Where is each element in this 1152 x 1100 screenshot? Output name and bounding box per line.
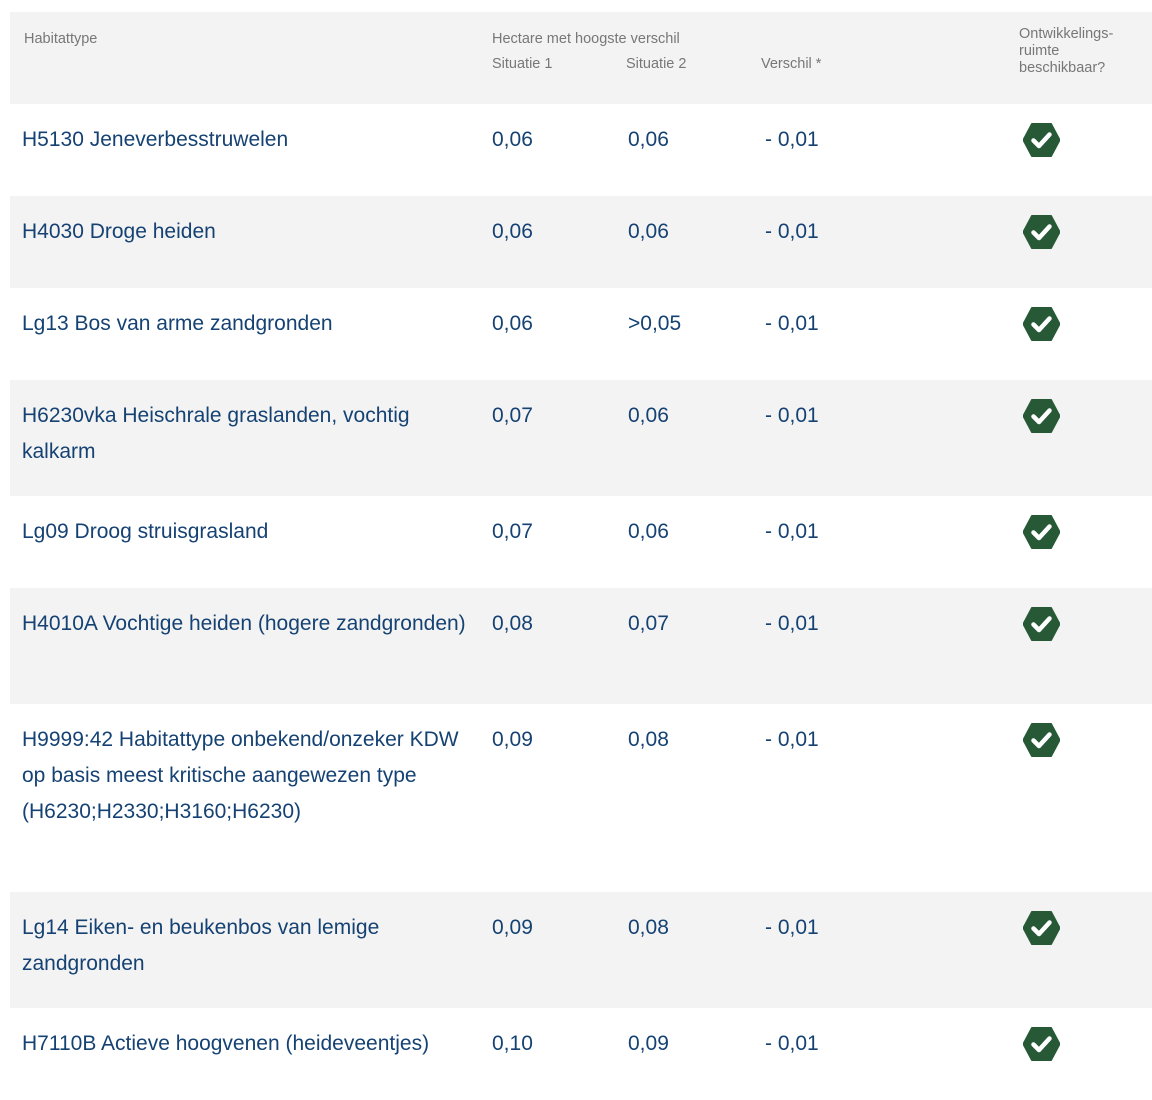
situatie-2-value: 0,06 — [628, 128, 669, 151]
check-hexagon-icon — [1023, 607, 1060, 641]
table-row: H5130 Jeneverbesstruwelen 0,06 0,06 - 0,01 — [10, 104, 1152, 196]
situatie-1-value: 0,07 — [492, 520, 533, 543]
situatie-1-value: 0,06 — [492, 220, 533, 243]
situatie-2-value: 0,06 — [628, 520, 669, 543]
table-row: H6230vka Heischrale graslanden, vochtig … — [10, 380, 1152, 496]
table-row: H4030 Droge heiden 0,06 0,06 - 0,01 — [10, 196, 1152, 288]
situatie-2-value: >0,05 — [628, 312, 682, 335]
situatie-2-value: 0,09 — [628, 1032, 669, 1055]
situatie-1-value: 0,10 — [492, 1032, 533, 1055]
table-row: Lg09 Droog struisgrasland 0,07 0,06 - 0,01 — [10, 496, 1152, 588]
verschil-value: - 0,01 — [765, 520, 819, 543]
habitat-name: Lg13 Bos van arme zandgronden — [22, 312, 333, 335]
check-hexagon-icon — [1023, 515, 1060, 549]
situatie-1-value: 0,06 — [492, 312, 533, 335]
table-header: Habitattype Hectare met hoogste verschil… — [10, 12, 1152, 104]
check-hexagon-icon — [1023, 723, 1060, 757]
table-body: H5130 Jeneverbesstruwelen 0,06 0,06- 0,01 H… — [10, 104, 1152, 1096]
habitat-name: H4030 Droge heiden — [22, 220, 216, 243]
table-row: H7110B Actieve hoogvenen (heideveentjes)… — [10, 1008, 1152, 1096]
situatie-1-value: 0,09 — [492, 728, 533, 751]
situatie-2-value: 0,06 — [628, 220, 669, 243]
habitat-name: H4010A Vochtige heiden (hogere zandgrond… — [22, 612, 466, 635]
verschil-value: - 0,01 — [765, 1032, 819, 1055]
header-habitattype: Habitattype — [24, 31, 98, 47]
situatie-1-value: 0,08 — [492, 612, 533, 635]
header-ontwikkelingsruimte: Ontwikkelings- ruimte beschikbaar? — [1019, 26, 1114, 76]
header-hectare: Hectare met hoogste verschil — [492, 31, 680, 47]
verschil-value: - 0,01 — [765, 728, 819, 751]
situatie-2-value: 0,06 — [628, 404, 669, 427]
situatie-1-value: 0,07 — [492, 404, 533, 427]
check-hexagon-icon — [1023, 123, 1060, 157]
situatie-2-value: 0,08 — [628, 916, 669, 939]
situatie-2-value: 0,07 — [628, 612, 669, 635]
situatie-1-value: 0,06 — [492, 128, 533, 151]
header-verschil: Verschil * — [761, 56, 822, 72]
situatie-2-value: 0,08 — [628, 728, 669, 751]
verschil-value: - 0,01 — [765, 220, 819, 243]
habitat-name: H7110B Actieve hoogvenen (heideveentjes) — [22, 1032, 430, 1055]
habitat-name: H6230vka Heischrale graslanden, vochtig … — [22, 404, 410, 463]
habitat-name: Lg09 Droog struisgrasland — [22, 520, 269, 543]
header-situatie-1: Situatie 1 — [492, 56, 553, 72]
table-row: Lg14 Eiken- en beukenbos van lemige zand… — [10, 892, 1152, 1008]
verschil-value: - 0,01 — [765, 916, 819, 939]
header-situatie-2: Situatie 2 — [626, 56, 687, 72]
verschil-value: - 0,01 — [765, 128, 819, 151]
check-hexagon-icon — [1023, 399, 1060, 433]
verschil-value: - 0,01 — [765, 612, 819, 635]
verschil-value: - 0,01 — [765, 312, 819, 335]
habitat-table: Habitattype Hectare met hoogste verschil… — [10, 12, 1152, 1096]
check-hexagon-icon — [1023, 911, 1060, 945]
check-hexagon-icon — [1023, 215, 1060, 249]
table-row: H4010A Vochtige heiden (hogere zandgrond… — [10, 588, 1152, 704]
check-hexagon-icon — [1023, 1027, 1060, 1061]
habitat-name: Lg14 Eiken- en beukenbos van lemige zand… — [22, 916, 380, 975]
table-row: H9999:42 Habitattype onbekend/onzeker KD… — [10, 704, 1152, 892]
habitat-name: H5130 Jeneverbesstruwelen — [22, 128, 289, 151]
table-row: Lg13 Bos van arme zandgronden 0,06 >0,05 - … — [10, 288, 1152, 380]
verschil-value: - 0,01 — [765, 404, 819, 427]
situatie-1-value: 0,09 — [492, 916, 533, 939]
habitat-name: H9999:42 Habitattype onbekend/onzeker KD… — [22, 728, 459, 823]
check-hexagon-icon — [1023, 307, 1060, 341]
